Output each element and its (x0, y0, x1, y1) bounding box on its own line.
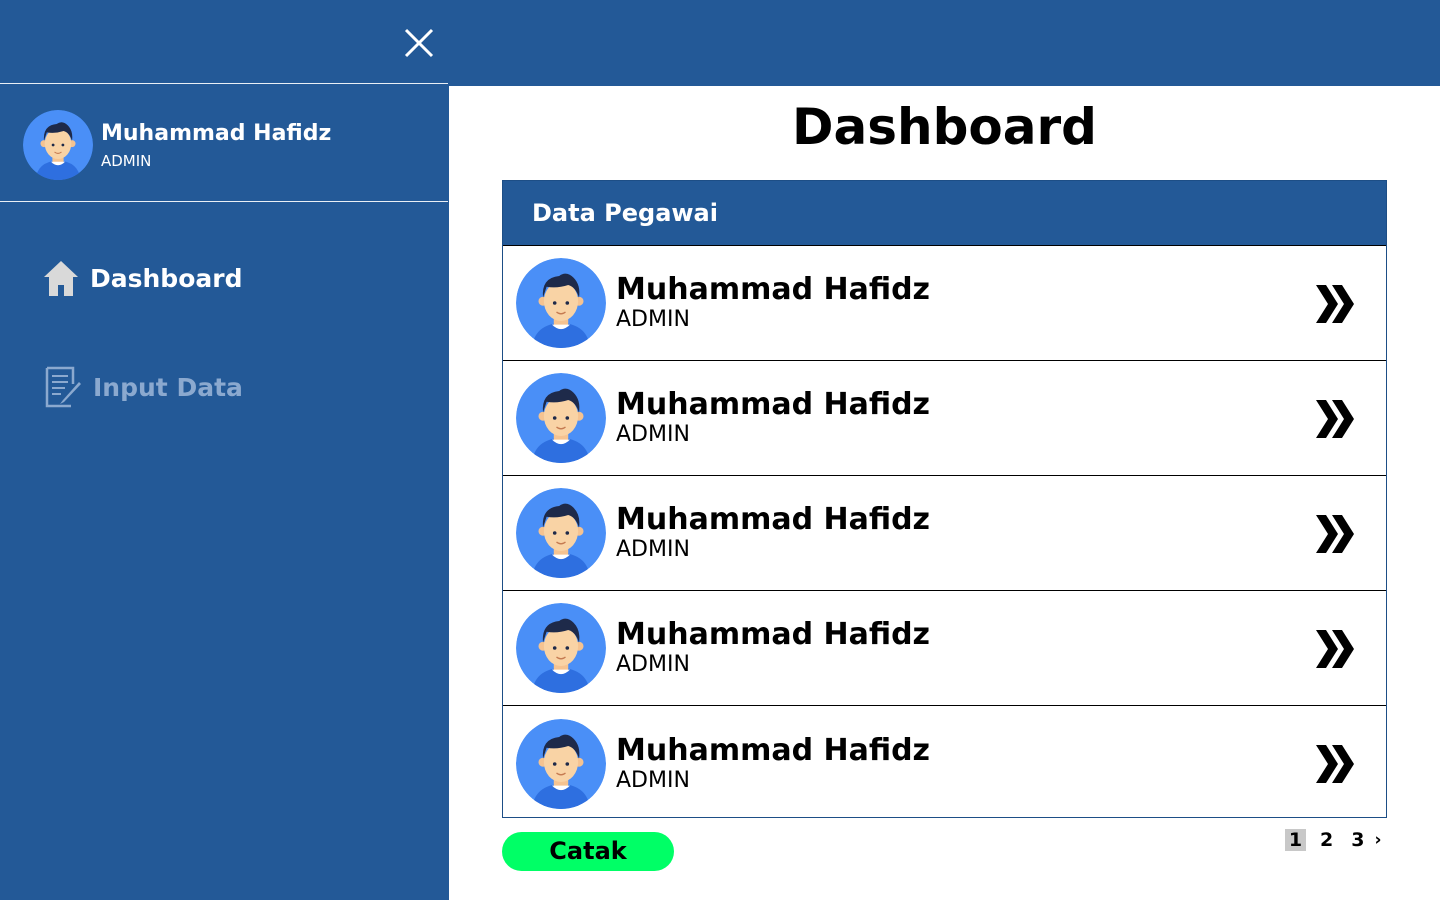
avatar (516, 488, 606, 578)
employee-role: ADMIN (616, 652, 690, 677)
avatar (516, 718, 606, 809)
double-chevron-right-icon[interactable] (1314, 398, 1354, 440)
sidebar-item-label: Dashboard (90, 263, 243, 293)
table-row[interactable]: Muhammad Hafidz ADMIN (503, 361, 1386, 476)
page-2-link[interactable]: 2 (1320, 829, 1333, 851)
row-info: Muhammad Hafidz ADMIN (616, 618, 930, 678)
double-chevron-right-icon[interactable] (1314, 283, 1354, 325)
avatar (516, 373, 606, 463)
employee-list: Muhammad Hafidz ADMIN Muhammad Hafidz AD… (503, 246, 1386, 821)
avatar (516, 258, 606, 348)
table-row[interactable]: Muhammad Hafidz ADMIN (503, 591, 1386, 706)
profile-name: Muhammad Hafidz (101, 120, 332, 146)
employee-role: ADMIN (616, 422, 690, 447)
page-title: Dashboard (792, 98, 1097, 156)
home-icon (44, 261, 78, 296)
close-icon[interactable] (400, 24, 438, 62)
employee-role: ADMIN (616, 307, 690, 332)
next-page-icon[interactable]: › (1374, 830, 1381, 850)
table-row[interactable]: Muhammad Hafidz ADMIN (503, 476, 1386, 591)
sidebar-profile[interactable]: Muhammad Hafidz ADMIN (23, 110, 331, 180)
employee-name: Muhammad Hafidz (616, 387, 931, 422)
double-chevron-right-icon[interactable] (1314, 743, 1354, 785)
table-row[interactable]: Muhammad Hafidz ADMIN (503, 706, 1386, 821)
sidebar-item-label: Input Data (93, 372, 243, 402)
panel-header: Data Pegawai (503, 181, 1386, 246)
sidebar-divider (0, 201, 448, 202)
page-3-link[interactable]: 3 (1351, 829, 1364, 851)
document-edit-icon (45, 366, 81, 408)
employee-panel: Data Pegawai Muhammad Hafidz ADMIN Muham… (502, 180, 1387, 818)
employee-role: ADMIN (616, 537, 690, 562)
employee-role: ADMIN (616, 767, 690, 793)
sidebar-divider (0, 83, 448, 84)
row-info: Muhammad Hafidz ADMIN (616, 732, 931, 794)
row-info: Muhammad Hafidz ADMIN (616, 503, 930, 563)
employee-name: Muhammad Hafidz (616, 617, 931, 652)
print-button[interactable]: Catak (502, 832, 674, 871)
employee-name: Muhammad Hafidz (616, 272, 931, 307)
avatar (516, 603, 606, 693)
row-info: Muhammad Hafidz ADMIN (616, 273, 930, 333)
double-chevron-right-icon[interactable] (1314, 628, 1354, 670)
page-1-link[interactable]: 1 (1285, 829, 1306, 851)
sidebar: Muhammad Hafidz ADMIN Dashboard Input Da… (0, 0, 449, 900)
avatar (23, 110, 93, 180)
row-info: Muhammad Hafidz ADMIN (616, 388, 930, 448)
employee-name: Muhammad Hafidz (616, 502, 931, 537)
sidebar-item-input-data[interactable]: Input Data (45, 366, 243, 408)
pagination: 1 2 3 › (1285, 829, 1381, 851)
sidebar-item-dashboard[interactable]: Dashboard (42, 259, 242, 297)
table-row[interactable]: Muhammad Hafidz ADMIN (503, 246, 1386, 361)
profile-role: ADMIN (101, 151, 152, 170)
double-chevron-right-icon[interactable] (1314, 513, 1354, 555)
employee-name: Muhammad Hafidz (616, 732, 931, 768)
profile-info: Muhammad Hafidz ADMIN (101, 120, 331, 171)
